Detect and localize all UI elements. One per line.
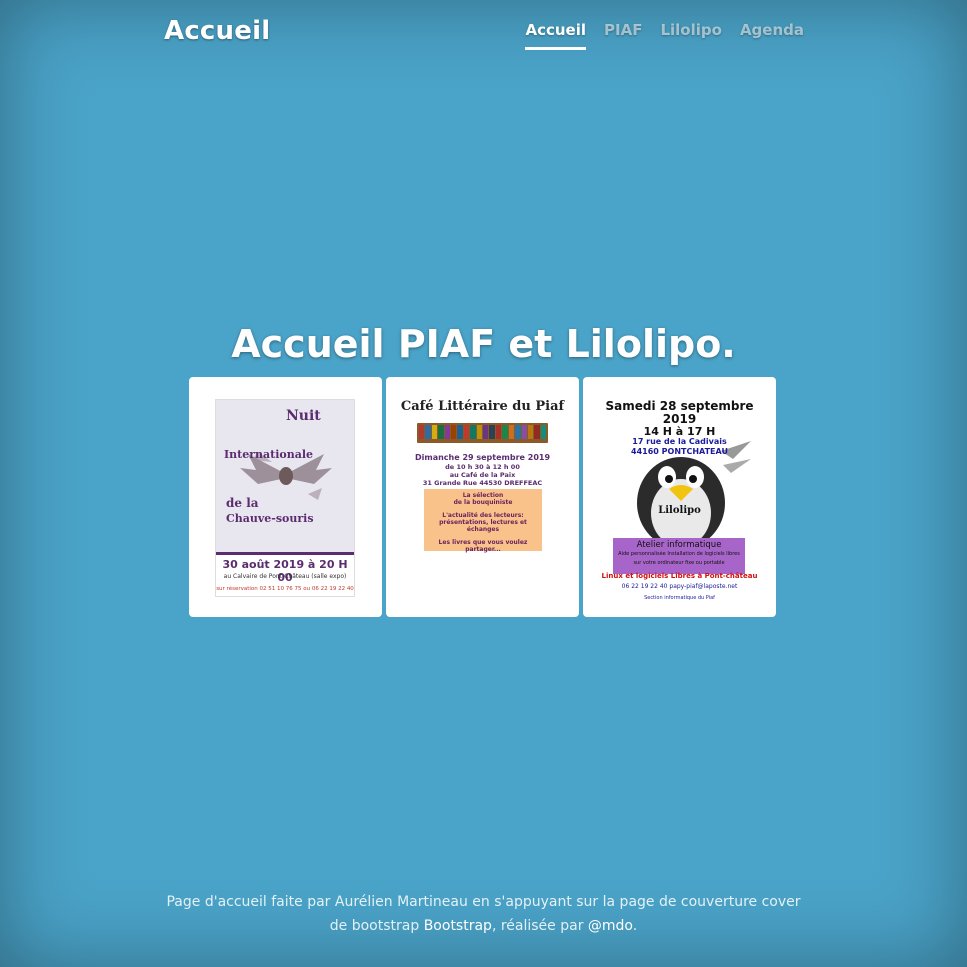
poster2-date: Dimanche 29 septembre 2019	[414, 453, 551, 462]
poster-chauve-souris: Nuit Internationale de la Chauve-souris …	[215, 399, 355, 597]
poster3-address-2: 44160 PONTCHATEAU	[631, 447, 728, 456]
footer-line-1: Page d'accueil faite par Aurélien Martin…	[166, 894, 801, 910]
bootstrap-link[interactable]: Bootstrap	[424, 918, 492, 934]
poster3-address-1: 17 rue de la Cadivais	[632, 437, 727, 446]
poster3-date-1: Samedi 28 septembre	[605, 399, 754, 413]
poster3-date-2: 2019	[662, 412, 697, 426]
books-illustration	[419, 425, 547, 439]
tux-penguin-illustration	[637, 441, 751, 549]
poster3-slogan: Linux et logiciels Libres à Pont-château	[601, 572, 758, 580]
poster3-atelier-sub: Aide personnalisée Installation de logic…	[618, 551, 740, 557]
page-title: Accueil PIAF et Lilolipo.	[231, 322, 736, 366]
poster3-atelier-box: Atelier informatique Aide personnalisée …	[613, 538, 745, 574]
poster2-box-line-2: de la bouquiniste	[453, 499, 513, 506]
masthead: Accueil Accueil PIAF Lilolipo Agenda	[164, 14, 804, 54]
poster3-atelier: Atelier informatique	[636, 540, 722, 550]
poster-card-chauve-souris[interactable]: Nuit Internationale de la Chauve-souris …	[189, 377, 382, 617]
poster3-tux-label: Lilolipo	[658, 505, 701, 516]
footer: Page d'accueil faite par Aurélien Martin…	[0, 890, 967, 938]
poster1-info-bar: 30 août 2019 à 20 H 00 au Calvaire de Po…	[216, 552, 354, 596]
poster1-title-4: Chauve-souris	[226, 512, 314, 525]
poster3-atelier-sub-2: sur votre ordinateur fixe ou portable	[633, 560, 725, 566]
poster1-location: au Calvaire de Pont-Château (salle expo)	[223, 573, 347, 580]
poster2-program-box: La sélection de la bouquiniste L'actuali…	[424, 489, 542, 553]
poster3-contact: 06 22 19 22 40 papy-piaf@laposte.net	[621, 583, 738, 590]
poster2-box-line-5: Les livres que vous voulez partager...	[438, 539, 528, 553]
mdo-link[interactable]: @mdo	[588, 918, 633, 934]
footer-text-c: .	[632, 918, 638, 934]
poster2-box-line-4: présentations, lectures et échanges	[439, 519, 527, 533]
poster2-time: de 10 h 30 à 12 h 00	[445, 463, 520, 471]
poster2-box-line-1: La sélection	[462, 492, 504, 499]
poster-cards: Nuit Internationale de la Chauve-souris …	[189, 377, 776, 617]
poster2-place: au Café de la Paix	[449, 471, 516, 479]
nav-link-lilolipo[interactable]: Lilolipo	[660, 21, 721, 50]
footer-line-2: de bootstrap Bootstrap, réalisée par @md…	[0, 914, 967, 938]
poster2-box-line-3: L'actualité des lecteurs:	[442, 512, 524, 519]
poster1-title-3: de la	[226, 496, 259, 510]
poster1-title-1: Nuit	[286, 408, 321, 424]
nav-link-accueil[interactable]: Accueil	[525, 21, 587, 50]
poster1-title-2: Internationale	[224, 448, 314, 461]
poster-card-cafe-litteraire[interactable]: Café Littéraire du Piaf Dimanche 29 sept…	[386, 377, 579, 617]
poster2-title: Café Littéraire du Piaf	[400, 399, 565, 414]
poster-card-lilolipo[interactable]: Samedi 28 septembre 2019 14 H à 17 H 17 …	[583, 377, 776, 617]
footer-text-b: , réalisée par	[491, 918, 588, 934]
poster2-address: 31 Grande Rue 44530 DREFFEAC	[422, 479, 543, 487]
nav-link-piaf[interactable]: PIAF	[604, 21, 642, 50]
brand-title: Accueil	[164, 16, 271, 46]
poster1-date: 30 août 2019 à 20 H 00	[222, 558, 348, 584]
poster3-section: Section informatique du Piaf	[644, 595, 715, 601]
poster1-reservation: sur réservation 02 51 10 76 75 ou 06 22 …	[216, 586, 354, 592]
nav-link-agenda[interactable]: Agenda	[740, 21, 804, 50]
main-nav: Accueil PIAF Lilolipo Agenda	[525, 21, 804, 50]
footer-text-a: de bootstrap	[329, 918, 424, 934]
